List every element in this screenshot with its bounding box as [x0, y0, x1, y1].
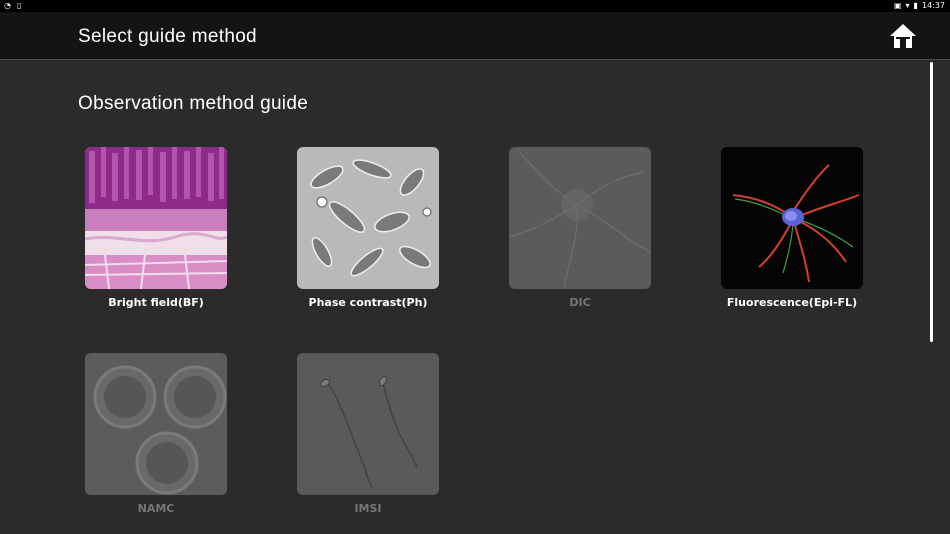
namc-thumbnail: [85, 353, 227, 495]
vibrate-icon: ▣: [893, 1, 902, 10]
page-title: Select guide method: [78, 26, 257, 47]
phase-contrast-thumbnail: [297, 147, 439, 289]
method-fluorescence[interactable]: Fluorescence(Epi-FL): [720, 147, 864, 309]
home-icon: [890, 24, 916, 48]
dic-thumbnail: [509, 147, 651, 289]
method-imsi: IMSI: [296, 353, 440, 515]
method-label: Bright field(BF): [108, 296, 204, 309]
status-bar: ◔ ▯ ▣ ▾ ▮ 14:37: [0, 0, 950, 12]
clock: 14:37: [921, 1, 945, 10]
battery-icon: ▮: [913, 1, 918, 10]
signal-icon: ▾: [905, 1, 910, 10]
method-label: Phase contrast(Ph): [308, 296, 428, 309]
fluorescence-thumbnail: [721, 147, 863, 289]
home-button[interactable]: [887, 22, 919, 50]
method-label: DIC: [569, 296, 591, 309]
method-bright-field[interactable]: Bright field(BF): [84, 147, 228, 309]
wifi-icon: ◔: [4, 1, 11, 10]
scrollbar[interactable]: [930, 62, 933, 342]
method-namc: NAMC: [84, 353, 228, 515]
method-phase-contrast[interactable]: Phase contrast(Ph): [296, 147, 440, 309]
method-label: Fluorescence(Epi-FL): [726, 296, 858, 309]
bright-field-thumbnail: [85, 147, 227, 289]
method-dic: DIC: [508, 147, 652, 309]
method-label: NAMC: [137, 502, 175, 515]
section-title: Observation method guide: [78, 93, 309, 114]
imsi-thumbnail: [297, 353, 439, 495]
method-label: IMSI: [354, 502, 382, 515]
battery-saver-icon: ▯: [16, 1, 22, 10]
app-bar: Select guide method: [0, 12, 950, 60]
